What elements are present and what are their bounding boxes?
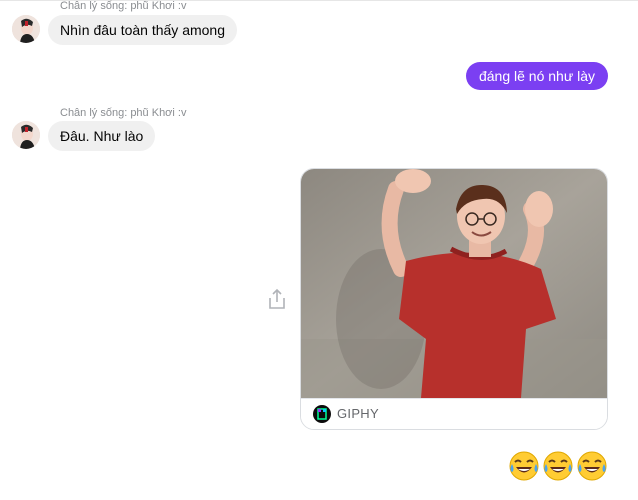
message-bubble-outgoing[interactable]: đáng lẽ nó như lày	[465, 62, 608, 90]
emoji-message[interactable]	[508, 450, 608, 482]
message-bubble-incoming[interactable]: Nhìn đâu toàn thấy among	[48, 15, 238, 45]
sender-name: Chân lý sống: phũ Khơi :v	[60, 107, 187, 119]
face-with-tears-of-joy-icon	[509, 451, 539, 481]
gif-attachment[interactable]: GIPHY	[300, 168, 608, 430]
sender-name: Chân lý sống: phũ Khơi :v	[60, 0, 187, 12]
gif-source-footer[interactable]: GIPHY	[301, 398, 607, 429]
message-bubble-incoming[interactable]: Đâu. Như lào	[48, 121, 156, 151]
avatar[interactable]	[12, 121, 40, 149]
gif-source-label: GIPHY	[337, 406, 379, 421]
share-icon[interactable]	[266, 287, 288, 311]
avatar[interactable]	[12, 15, 40, 43]
giphy-logo-icon	[313, 405, 331, 423]
face-with-tears-of-joy-icon	[543, 451, 573, 481]
gif-image[interactable]	[301, 169, 607, 398]
face-with-tears-of-joy-icon	[577, 451, 607, 481]
